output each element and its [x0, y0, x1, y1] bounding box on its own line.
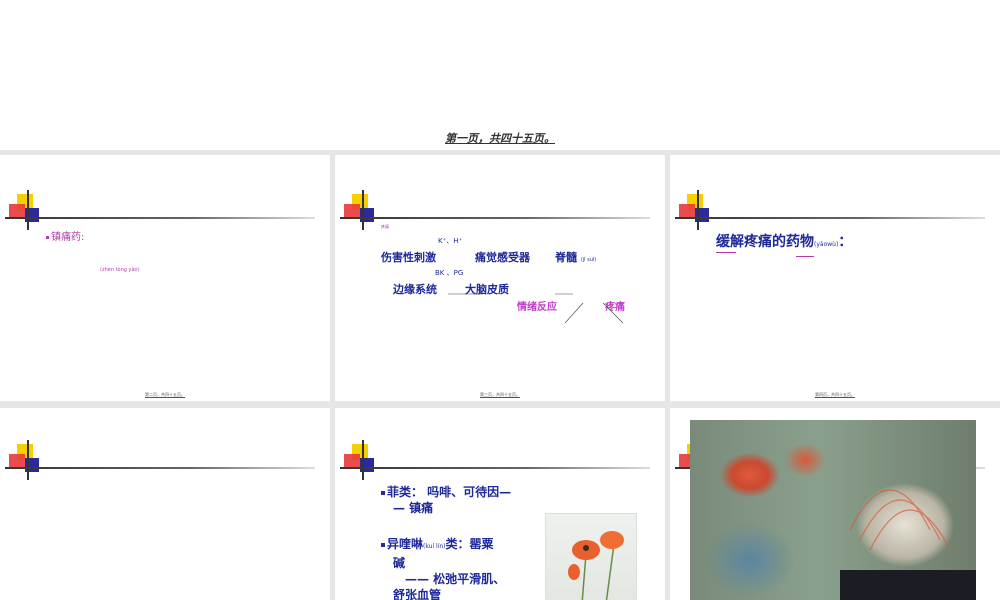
logo-horizontal-line — [5, 217, 315, 219]
top-slide-area: 第一页，共四十五页。 — [0, 0, 1000, 150]
title-pinyin: (yàowù) — [814, 241, 839, 248]
petal — [568, 564, 580, 580]
bullet-icon — [381, 490, 385, 495]
item1-line2: — 镇痛 — [393, 501, 434, 515]
poppy-flower-image — [545, 513, 637, 600]
logo-red-square — [9, 454, 25, 468]
logo-red-square — [344, 454, 360, 468]
slide-thumbnail-2[interactable]: 镇痛药: (zhèn tònɡ yào) 第二页，共四十五页。 — [0, 155, 330, 401]
item2-text: 异喹啉(kuí lín)类：罂粟 碱 —— 松弛平滑肌、 舒张血管 — [381, 536, 505, 600]
flower-center — [583, 545, 589, 551]
capsule-stripe — [849, 489, 931, 531]
logo-vertical-line — [27, 440, 29, 480]
logo-vertical-line — [27, 190, 29, 230]
slide-thumbnail-4[interactable]: 缓解疼痛的药物(yàowù)： 第四页，共四十五页。 — [670, 155, 1000, 401]
page-caption: 第一页，共四十五页。 — [445, 132, 555, 145]
item1-line1: 菲类： 吗啡、可待因— — [387, 485, 512, 499]
item2-line3: —— 松弛平滑肌、 — [405, 572, 506, 586]
slide-footer: 第三页，共四十五页。 — [480, 392, 520, 397]
item2-line2: 碱 — [393, 556, 406, 570]
bullet-label: 镇痛药: — [51, 232, 85, 243]
slide-logo-decoration — [5, 190, 315, 230]
bullet-icon — [381, 542, 385, 547]
tiny-rule — [716, 252, 736, 253]
flow-arrows — [448, 293, 624, 324]
stem — [581, 553, 587, 600]
logo-horizontal-line — [340, 467, 650, 469]
stem — [605, 543, 615, 600]
tiny-rule — [796, 256, 814, 257]
slide-thumbnail-3[interactable]: 疼痛 K⁺、H⁺ 伤害性刺激 痛觉感受器 脊髓 (jǐ suǐ) BK 、PG … — [335, 155, 665, 401]
capsule-stripe — [869, 509, 951, 551]
logo-red-square — [9, 204, 25, 218]
slide-logo-decoration — [340, 440, 650, 480]
logo-horizontal-line — [675, 217, 985, 219]
item2-line1a: 异喹啉 — [387, 537, 424, 551]
slide-logo-decoration — [675, 190, 985, 230]
slide-thumbnail-5[interactable] — [0, 408, 330, 600]
logo-vertical-line — [362, 440, 364, 480]
title-colon: ： — [838, 234, 853, 250]
item2-line1b: 类：罂粟 — [445, 537, 494, 551]
capsule-base — [840, 570, 980, 600]
slide-footer: 第四页，共四十五页。 — [815, 392, 855, 397]
item1-text: 菲类： 吗啡、可待因— — 镇痛 — [381, 484, 511, 516]
slide-thumbnail-7[interactable] — [670, 408, 1000, 600]
title-text: 缓解疼痛的药物 — [716, 234, 814, 250]
bullet-icon — [46, 235, 49, 239]
arrow-line — [564, 302, 584, 324]
petal — [600, 531, 624, 549]
item2-line4: 舒张血管 — [393, 588, 442, 600]
slide-title: 缓解疼痛的药物(yàowù)： — [716, 231, 852, 251]
slide-footer: 第二页，共四十五页。 — [145, 392, 185, 397]
logo-vertical-line — [697, 190, 699, 230]
slide-logo-decoration — [5, 440, 315, 480]
poppy-capsule-image — [690, 420, 980, 600]
logo-horizontal-line — [5, 467, 315, 469]
arrow-line — [602, 302, 624, 324]
capsule-drawing — [840, 489, 980, 600]
logo-red-square — [679, 204, 695, 218]
poppy-drawing — [568, 531, 624, 600]
slide-thumbnail-6[interactable]: 菲类： 吗啡、可待因— — 镇痛 异喹啉(kuí lín)类：罂粟 碱 —— 松… — [335, 408, 665, 600]
capsule-stripe — [859, 499, 941, 541]
pinyin-line: (zhèn tònɡ yào) — [100, 267, 140, 273]
item2-pinyin: (kuí lín) — [423, 543, 446, 550]
bullet-text: 镇痛药: — [46, 228, 84, 243]
